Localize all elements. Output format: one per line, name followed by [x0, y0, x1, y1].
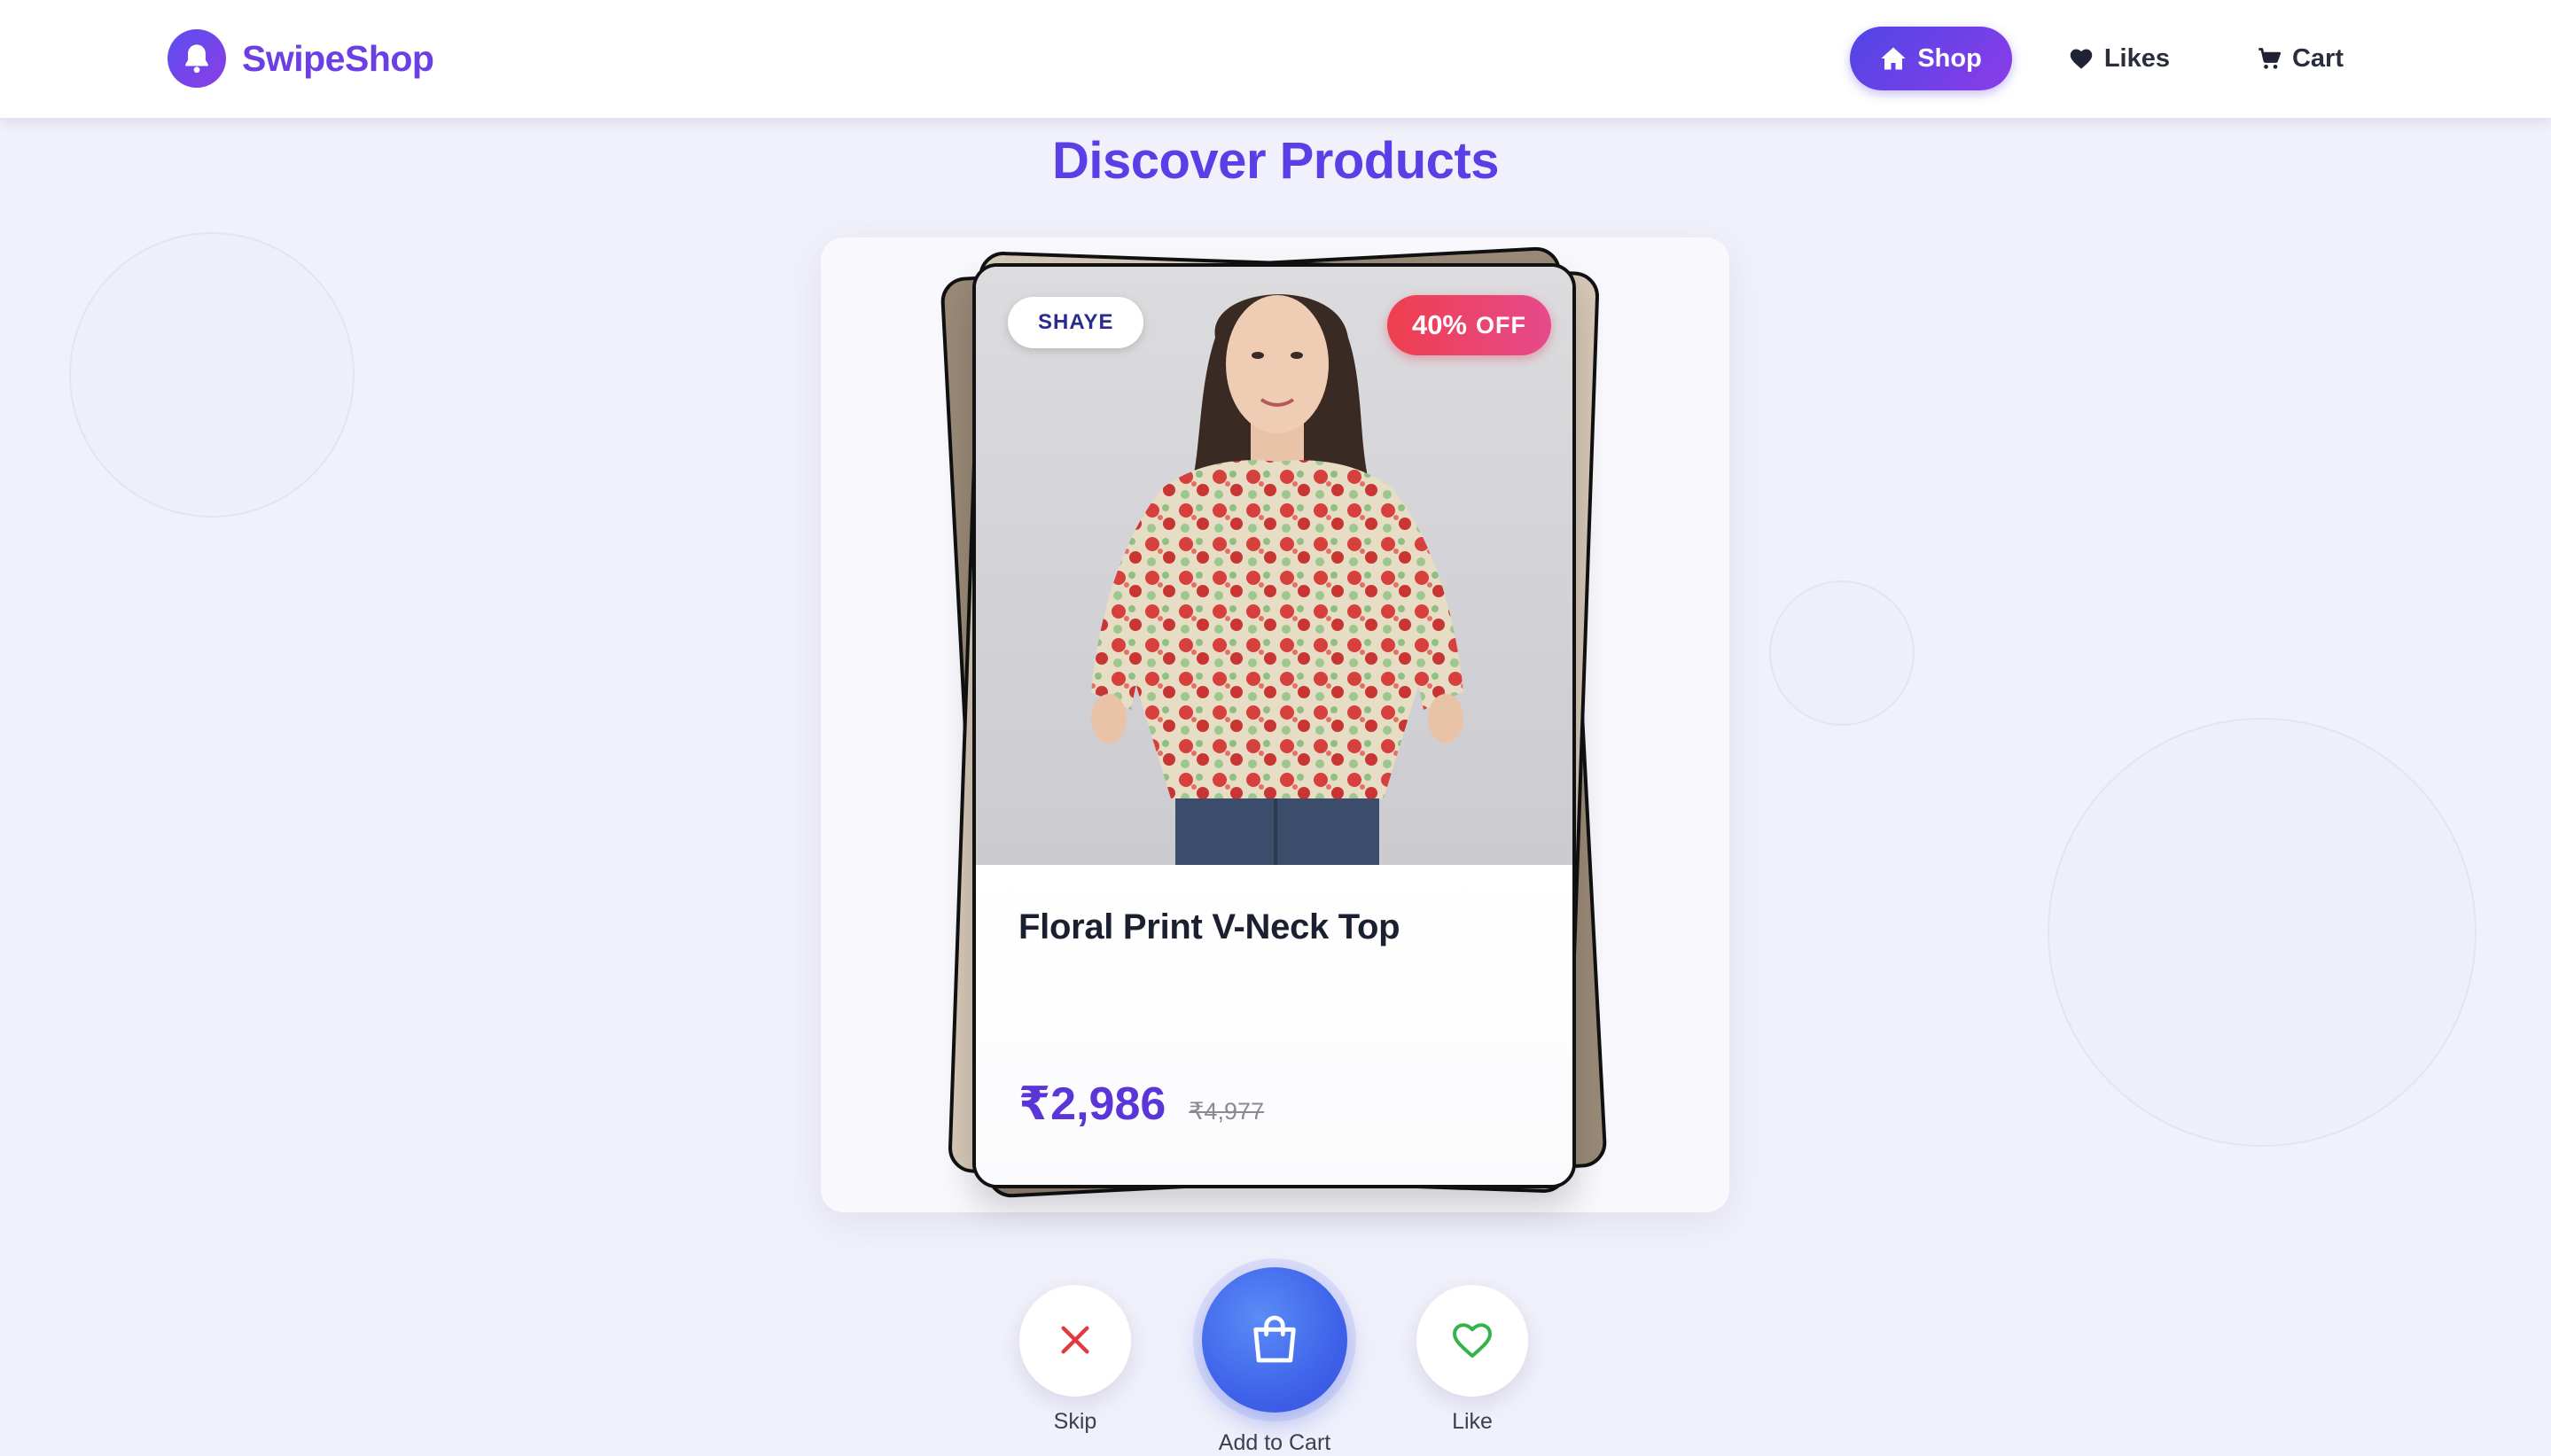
nav-shop[interactable]: Shop: [1850, 27, 2012, 90]
cart-icon: [2257, 46, 2282, 71]
floral-top-model-image: [976, 267, 1572, 865]
main-nav: Shop Likes Cart: [1850, 27, 2374, 90]
add-to-cart-button[interactable]: [1202, 1267, 1347, 1413]
brand-logo-link[interactable]: SwipeShop: [168, 29, 434, 88]
skip-button[interactable]: [1019, 1285, 1131, 1397]
shopping-bag-icon: [1246, 1311, 1303, 1370]
product-price: ₹2,986: [1018, 1078, 1166, 1130]
nav-likes[interactable]: Likes: [2039, 27, 2200, 90]
nav-cart[interactable]: Cart: [2227, 27, 2374, 90]
discount-suffix: OFF: [1476, 311, 1526, 339]
page-title: Discover Products: [1051, 132, 1500, 190]
background-circle: [1769, 580, 1915, 726]
discount-value: 40%: [1411, 309, 1467, 340]
heart-icon: [2069, 47, 2094, 70]
brand-badge: SHAYE: [1008, 297, 1144, 348]
add-to-cart-action: Add to Cart: [1202, 1267, 1347, 1456]
nav-shop-label: Shop: [1917, 43, 1982, 73]
like-button[interactable]: [1416, 1285, 1528, 1397]
product-info: Floral Print V-Neck Top ₹2,986 ₹4,977: [976, 865, 1572, 1185]
nav-likes-label: Likes: [2103, 43, 2170, 73]
background-circle: [2048, 718, 2477, 1147]
close-icon: [1057, 1322, 1093, 1360]
skip-label: Skip: [1053, 1409, 1097, 1434]
background-circle: [69, 232, 355, 518]
discount-badge: 40% OFF: [1386, 295, 1551, 355]
like-label: Like: [1452, 1409, 1493, 1434]
skip-action: Skip: [1019, 1285, 1131, 1435]
bell-icon: [168, 29, 226, 88]
brand-name: SwipeShop: [242, 37, 434, 79]
heart-outline-icon: [1451, 1320, 1494, 1362]
product-card[interactable]: SHAYE 40% OFF Floral Print V-Neck Top ₹2…: [972, 263, 1576, 1188]
product-original-price: ₹4,977: [1189, 1098, 1265, 1125]
nav-cart-label: Cart: [2291, 43, 2344, 73]
top-navbar: SwipeShop Shop Likes Cart: [0, 0, 2551, 118]
price-row: ₹2,986 ₹4,977: [1018, 1078, 1264, 1131]
add-to-cart-label: Add to Cart: [1218, 1430, 1331, 1455]
like-action: Like: [1416, 1285, 1528, 1435]
product-image: SHAYE 40% OFF: [976, 267, 1572, 865]
home-icon: [1880, 46, 1907, 71]
product-name: Floral Print V-Neck Top: [1018, 907, 1400, 946]
